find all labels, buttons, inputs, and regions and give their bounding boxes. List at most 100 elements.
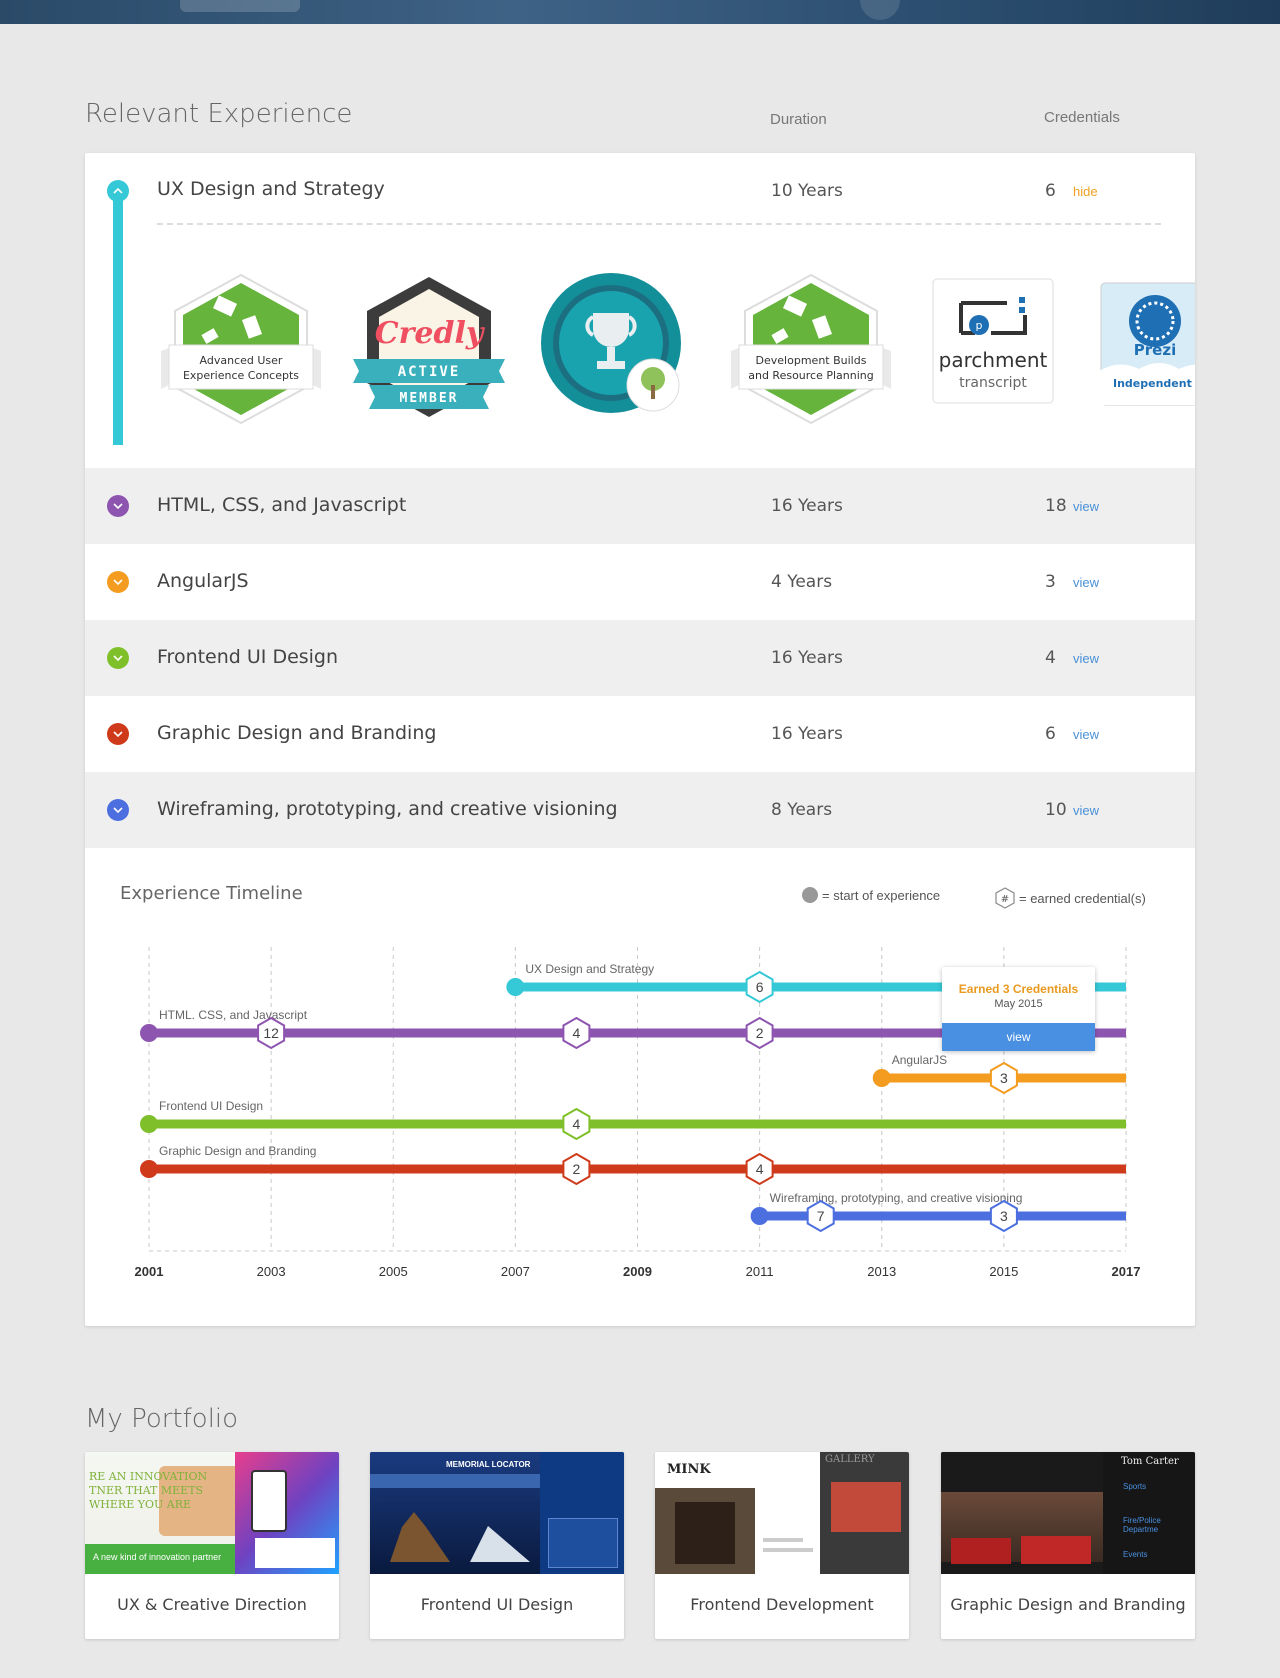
year-label: 2017 [1112,1264,1141,1279]
portfolio-thumbnail: MINK GALLERY [655,1452,909,1574]
credential-count: 6 [756,979,764,995]
mug-image [860,0,900,20]
credly-ribbon-2: MEMBER [400,391,459,406]
experience-duration: 16 Years [771,648,843,668]
thumb-footer: A new kind of innovation partner [93,1552,222,1562]
track-label: UX Design and Strategy [525,962,654,976]
advanced-ux-badge[interactable]: Advanced User Experience Concepts [155,271,327,431]
duration-header: Duration [770,111,827,128]
parchment-sub: transcript [959,375,1027,391]
portfolio-card[interactable]: MINK GALLERY Frontend Development [655,1452,909,1639]
start-dot [140,1115,158,1133]
badge-line-2: and Resource Planning [748,369,874,382]
expand-toggle-icon[interactable] [107,495,129,517]
credential-count: 7 [817,1208,825,1224]
year-label: 2015 [989,1264,1018,1279]
start-dot [140,1160,158,1178]
experience-duration: 16 Years [771,724,843,744]
experience-name: HTML, CSS, and Javascript [157,494,407,516]
thumb-gallery: GALLERY [825,1454,875,1465]
experience-timeline: Experience Timeline = start of experienc… [85,847,1195,1326]
year-label: 2001 [135,1264,164,1279]
credential-count: 12 [263,1025,279,1041]
experience-row-html[interactable]: HTML, CSS, and Javascript 16 Years 18 vi… [85,468,1195,544]
portfolio-thumbnail: MEMORIAL LOCATOR [370,1452,624,1574]
track-label: AngularJS [892,1053,947,1067]
view-link[interactable]: view [1073,499,1099,514]
start-dot [872,1069,891,1087]
experience-row-angular[interactable]: AngularJS 4 Years 3 view [85,544,1195,620]
timeline-chart: 2001 2003 2005 2007 2009 2011 2013 2015 2017 UX D… [135,947,1141,1279]
portfolio-card[interactable]: Tom Carter Sports Fire/Police Departme E… [941,1452,1195,1639]
view-link[interactable]: view [1073,803,1099,818]
expand-toggle-icon[interactable] [107,647,129,669]
expand-toggle-icon[interactable] [107,571,129,593]
tooltip-title: Earned 3 Credentials [958,982,1079,996]
thumb-line: Fire/Police Departme [1123,1516,1161,1534]
start-dot [140,1024,158,1042]
credential-count: 3 [1000,1070,1008,1086]
experience-row-frontend[interactable]: Frontend UI Design 16 Years 4 view [85,620,1195,696]
credential-tooltip: Earned 3 Credentials May 2015 view [942,967,1095,1051]
year-label: 2009 [623,1264,652,1279]
badge-strip: Advanced User Experience Concepts Credly… [155,271,1195,431]
collapse-toggle-icon[interactable] [107,180,129,202]
tooltip-date: May 2015 [994,998,1043,1010]
year-label: 2005 [379,1264,408,1279]
portfolio-caption: Frontend Development [690,1595,874,1614]
experience-duration: 10 Years [771,181,843,201]
credly-badge[interactable]: Credly ACTIVE MEMBER [349,271,509,431]
track-label: HTML. CSS, and Javascript [159,1008,308,1022]
svg-text:p: p [976,319,983,332]
credential-count: 6 [1045,724,1056,744]
experience-row-ux: UX Design and Strategy 10 Years 6 hide A… [85,153,1195,468]
track-label: Wireframing, prototyping, and creative v… [770,1191,1023,1205]
hero-banner [0,0,1280,24]
experience-duration: 8 Years [771,800,833,820]
prezi-word: Prezi [1134,341,1176,359]
view-link[interactable]: view [1073,727,1099,742]
portfolio-title: My Portfolio [85,1404,239,1434]
view-link[interactable]: view [1073,651,1099,666]
prezi-badge[interactable]: Prezi Independent Exp [1099,281,1195,407]
experience-row-wireframing[interactable]: Wireframing, prototyping, and creative v… [85,772,1195,848]
expanded-rail [113,193,123,445]
dev-builds-badge[interactable]: Development Builds and Resource Planning [725,271,897,431]
badge-line-1: Development Builds [756,354,867,367]
parchment-badge[interactable]: p parchment transcript [931,277,1055,407]
experience-name: Frontend UI Design [157,646,339,668]
badge-line-2: Experience Concepts [183,369,299,382]
experience-name: AngularJS [157,570,249,592]
trophy-badge[interactable] [535,271,695,431]
hide-link[interactable]: hide [1073,184,1098,199]
credly-ribbon-1: ACTIVE [398,364,461,380]
start-dot [506,978,525,996]
portfolio-caption: UX & Creative Direction [117,1595,307,1614]
portfolio-thumbnail: RE AN INNOVATION TNER THAT MEETS WHERE Y… [85,1452,339,1574]
year-label: 2003 [257,1264,286,1279]
experience-name: Graphic Design and Branding [157,722,437,744]
tooltip-view-button[interactable]: view [942,1023,1095,1051]
credential-count: 18 [1045,496,1067,516]
portfolio-caption: Graphic Design and Branding [950,1595,1186,1614]
keyboard-image [180,0,300,12]
credential-count: 4 [1045,648,1056,668]
experience-duration: 16 Years [771,496,843,516]
expand-toggle-icon[interactable] [107,723,129,745]
thumb-headline: RE AN INNOVATION TNER THAT MEETS WHERE Y… [89,1470,208,1511]
expand-toggle-icon[interactable] [107,799,129,821]
portfolio-thumbnail: Tom Carter Sports Fire/Police Departme E… [941,1452,1195,1574]
thumb-headline: MEMORIAL LOCATOR [446,1460,531,1469]
credentials-header: Credentials [1044,109,1120,126]
thumb-line: Events [1123,1550,1148,1559]
prezi-sub: Independent Exp [1113,377,1195,390]
credential-count: 2 [573,1161,581,1177]
credential-count: 4 [756,1161,764,1177]
portfolio-card[interactable]: RE AN INNOVATION TNER THAT MEETS WHERE Y… [85,1452,339,1639]
portfolio-card[interactable]: MEMORIAL LOCATOR Frontend UI Design [370,1452,624,1639]
year-label: 2011 [746,1264,774,1279]
track-label: Graphic Design and Branding [159,1144,316,1158]
view-link[interactable]: view [1073,575,1099,590]
experience-row-graphic[interactable]: Graphic Design and Branding 16 Years 6 v… [85,696,1195,772]
credential-count: 4 [573,1025,581,1041]
